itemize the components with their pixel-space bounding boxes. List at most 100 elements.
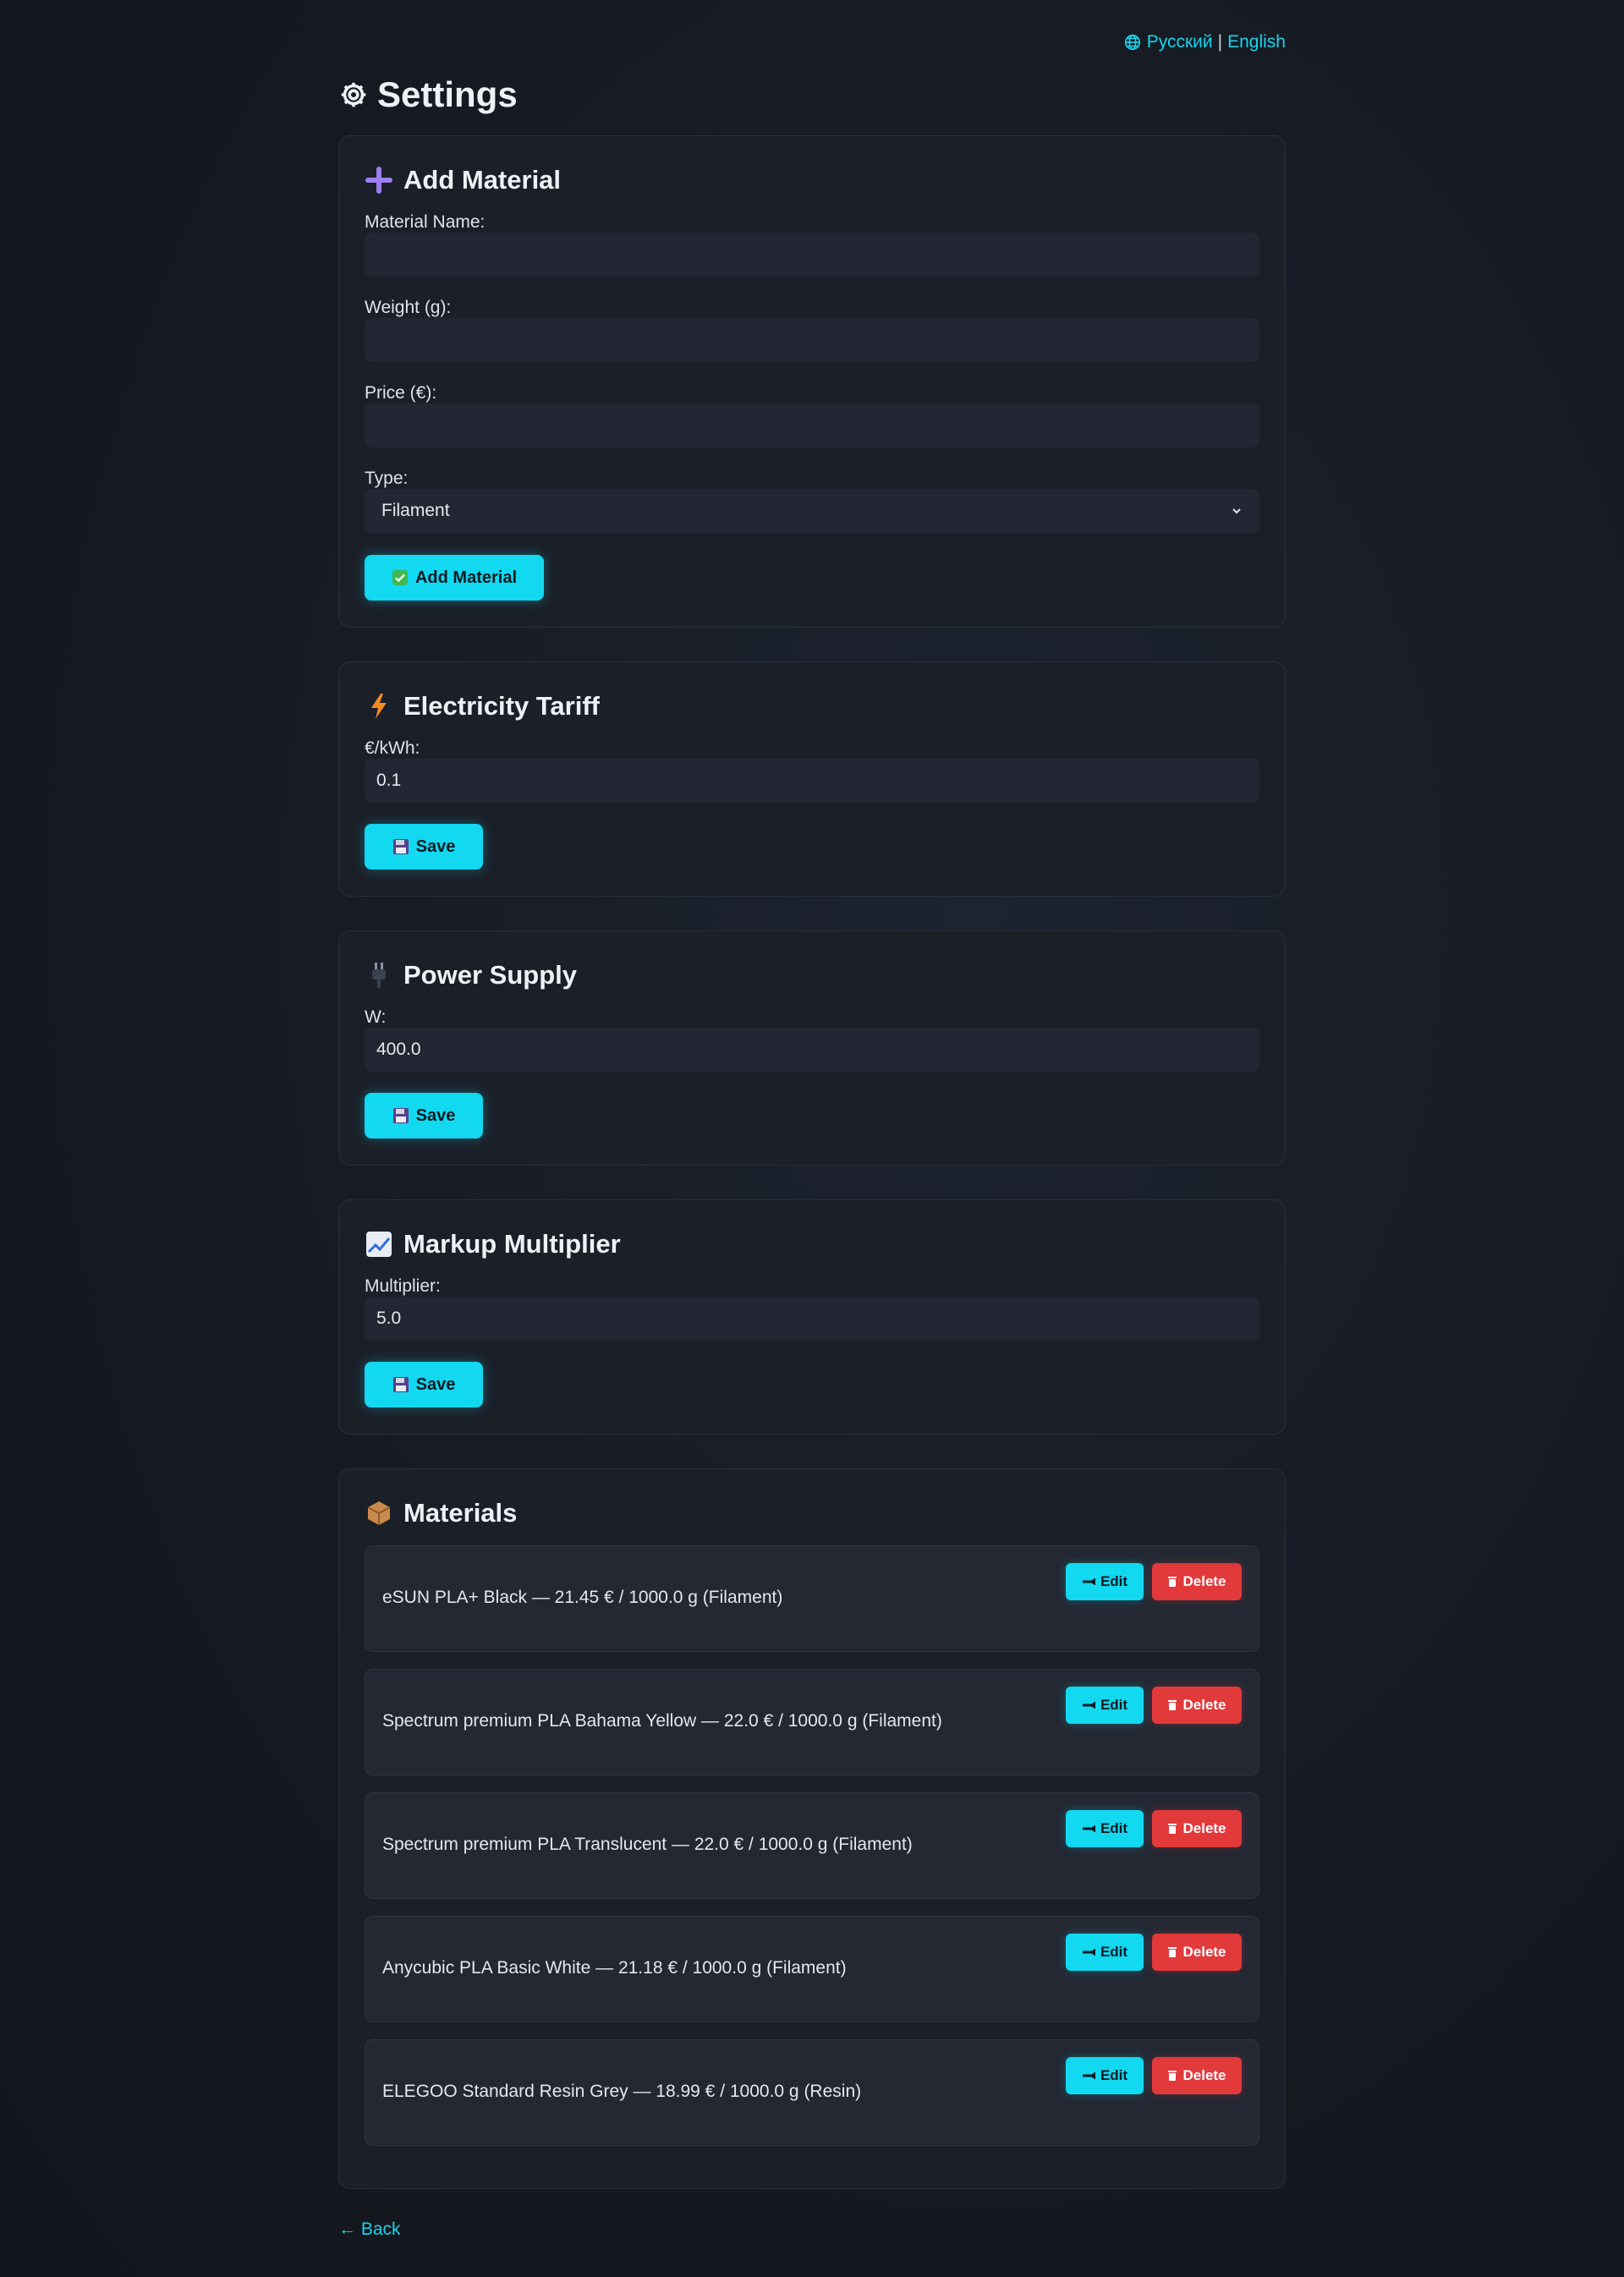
edit-label: Edit	[1100, 1820, 1128, 1836]
material-row-text: Spectrum premium PLA Bahama Yellow — 22.…	[382, 1711, 942, 1731]
delete-label: Delete	[1182, 1573, 1226, 1589]
multiplier-label: Multiplier:	[365, 1276, 441, 1296]
floppy-disk-icon	[392, 839, 409, 854]
delete-label: Delete	[1182, 2067, 1226, 2083]
delete-label: Delete	[1182, 1697, 1226, 1713]
multiplier-input[interactable]	[365, 1297, 1259, 1341]
type-select[interactable]: Filament	[365, 489, 1259, 533]
save-markup-button[interactable]: Save	[365, 1362, 483, 1407]
material-row-actions: Edit Delete	[1066, 2057, 1242, 2094]
language-separator: |	[1217, 32, 1223, 52]
delete-label: Delete	[1182, 1944, 1226, 1960]
edit-material-button[interactable]: Edit	[1066, 1563, 1144, 1600]
globe-icon	[1124, 34, 1140, 51]
electricity-tariff-title-text: Electricity Tariff	[403, 691, 601, 721]
material-row-text: Spectrum premium PLA Translucent — 22.0 …	[382, 1835, 913, 1854]
power-supply-title: Power Supply	[365, 960, 577, 990]
add-material-card: Add Material Material Name: Weight (g): …	[338, 135, 1286, 628]
edit-label: Edit	[1100, 2067, 1128, 2083]
edit-label: Edit	[1100, 1697, 1128, 1713]
delete-material-button[interactable]: Delete	[1152, 1687, 1242, 1724]
back-link[interactable]: ← Back	[338, 2219, 401, 2240]
chart-icon	[365, 1230, 393, 1259]
wattage-input[interactable]	[365, 1028, 1259, 1072]
material-row-text: ELEGOO Standard Resin Grey — 18.99 € / 1…	[382, 2082, 862, 2101]
price-input[interactable]	[365, 403, 1259, 447]
material-row-actions: Edit Delete	[1066, 1687, 1242, 1724]
edit-material-button[interactable]: Edit	[1066, 1810, 1144, 1847]
add-material-title-text: Add Material	[403, 165, 562, 195]
kwh-price-label: €/kWh:	[365, 738, 420, 758]
lightning-icon	[365, 692, 393, 721]
add-material-button-label: Add Material	[414, 568, 518, 587]
delete-material-button[interactable]: Delete	[1152, 1810, 1242, 1847]
trash-icon	[1168, 1947, 1177, 1957]
save-power-button[interactable]: Save	[365, 1093, 483, 1138]
material-row-text: Anycubic PLA Basic White — 21.18 € / 100…	[382, 1958, 847, 1978]
material-name-input[interactable]	[365, 233, 1259, 277]
markup-multiplier-title: Markup Multiplier	[365, 1229, 621, 1259]
markup-multiplier-title-text: Markup Multiplier	[403, 1229, 621, 1259]
materials-title: Materials	[365, 1498, 517, 1528]
weight-input[interactable]	[365, 318, 1259, 362]
edit-material-button[interactable]: Edit	[1066, 1687, 1144, 1724]
material-row: Spectrum premium PLA Bahama Yellow — 22.…	[365, 1669, 1259, 1775]
edit-material-button[interactable]: Edit	[1066, 1934, 1144, 1971]
wattage-label: W:	[365, 1007, 387, 1027]
delete-label: Delete	[1182, 1820, 1226, 1836]
material-row-actions: Edit Delete	[1066, 1563, 1242, 1600]
delete-material-button[interactable]: Delete	[1152, 1563, 1242, 1600]
edit-label: Edit	[1100, 1944, 1128, 1960]
material-row-text: eSUN PLA+ Black — 21.45 € / 1000.0 g (Fi…	[382, 1588, 783, 1607]
kwh-price-input[interactable]	[365, 759, 1259, 803]
materials-card: Materials eSUN PLA+ Black — 21.45 € / 10…	[338, 1468, 1286, 2189]
pencil-icon	[1082, 1825, 1095, 1832]
save-markup-label: Save	[415, 1374, 456, 1394]
material-row: ELEGOO Standard Resin Grey — 18.99 € / 1…	[365, 2039, 1259, 2146]
language-en-link[interactable]: English	[1227, 32, 1286, 52]
delete-material-button[interactable]: Delete	[1152, 1934, 1242, 1971]
material-row: Spectrum premium PLA Translucent — 22.0 …	[365, 1792, 1259, 1899]
material-row-actions: Edit Delete	[1066, 1810, 1242, 1847]
material-name-label: Material Name:	[365, 212, 486, 232]
save-tariff-label: Save	[415, 837, 456, 856]
trash-icon	[1168, 2071, 1177, 2081]
gear-icon	[341, 82, 366, 107]
material-row: eSUN PLA+ Black — 21.45 € / 1000.0 g (Fi…	[365, 1545, 1259, 1652]
trash-icon	[1168, 1700, 1177, 1710]
plus-icon	[365, 166, 393, 195]
check-icon	[392, 570, 408, 585]
page-title-text: Settings	[377, 74, 518, 114]
material-row-actions: Edit Delete	[1066, 1934, 1242, 1971]
power-supply-card: Power Supply W: Save	[338, 930, 1286, 1166]
pencil-icon	[1082, 1578, 1095, 1585]
power-supply-title-text: Power Supply	[403, 960, 577, 990]
weight-label: Weight (g):	[365, 298, 452, 317]
electricity-tariff-title: Electricity Tariff	[365, 691, 600, 722]
edit-material-button[interactable]: Edit	[1066, 2057, 1144, 2094]
language-switcher: Русский | English	[1123, 32, 1286, 52]
pencil-icon	[1082, 2072, 1095, 2079]
floppy-disk-icon	[392, 1377, 409, 1392]
language-ru-link[interactable]: Русский	[1147, 32, 1213, 52]
type-select-value: Filament	[381, 501, 450, 520]
type-label: Type:	[365, 469, 409, 488]
price-label: Price (€):	[365, 383, 437, 403]
delete-material-button[interactable]: Delete	[1152, 2057, 1242, 2094]
floppy-disk-icon	[392, 1108, 409, 1123]
electricity-tariff-card: Electricity Tariff €/kWh: Save	[338, 661, 1286, 897]
trash-icon	[1168, 1577, 1177, 1587]
plug-icon	[365, 961, 393, 990]
pencil-icon	[1082, 1949, 1095, 1956]
save-tariff-button[interactable]: Save	[365, 824, 483, 870]
materials-title-text: Materials	[403, 1498, 518, 1528]
trash-icon	[1168, 1824, 1177, 1834]
add-material-button[interactable]: Add Material	[365, 555, 544, 601]
save-power-label: Save	[415, 1106, 456, 1125]
page-title: Settings	[338, 74, 518, 115]
add-material-title: Add Material	[365, 165, 561, 195]
markup-multiplier-card: Markup Multiplier Multiplier: Save	[338, 1199, 1286, 1435]
package-icon	[365, 1499, 393, 1528]
edit-label: Edit	[1100, 1573, 1128, 1589]
pencil-icon	[1082, 1702, 1095, 1709]
